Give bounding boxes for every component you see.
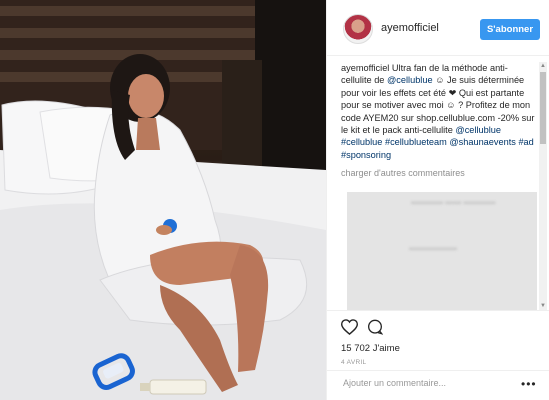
post-date: 4 AVRIL [341,359,367,366]
comments-section: ayemofficiel Ultra fan de la méthode ant… [341,62,537,310]
blurred-text: ▬▬▬▬▬▬ [409,243,457,252]
mention-link[interactable]: @shaunaevents [449,137,516,147]
header-username[interactable]: ayemofficiel [381,22,439,34]
mention-link[interactable]: @cellublue [455,125,501,135]
hashtag-link[interactable]: #sponsoring [341,150,391,160]
add-comment-bar: ••• [327,370,549,400]
mention-link[interactable]: @cellublue [387,75,433,85]
hashtag-link[interactable]: #ad [518,137,533,147]
scroll-down-arrow-icon[interactable]: ▼ [539,302,547,310]
post-photo-illustration [0,0,326,400]
load-more-comments-link[interactable]: charger d'autres commentaires [341,167,537,179]
scrollbar-thumb[interactable] [540,72,546,144]
post-actions: 15 702 J'aime 4 AVRIL [327,310,549,366]
post-caption: ayemofficiel Ultra fan de la méthode ant… [341,62,537,161]
comments-scrollbar[interactable]: ▲ ▼ [539,62,547,310]
hashtag-link[interactable]: #cellublue [341,137,382,147]
more-options-icon[interactable]: ••• [521,378,537,390]
heart-icon-graphic [340,319,359,336]
heart-icon[interactable] [340,319,359,340]
caption-username[interactable]: ayemofficiel [341,63,389,73]
post-header: ayemofficiel S'abonner [327,0,549,56]
comment-bubble-icon[interactable] [367,319,384,340]
blurred-text: ▬▬▬▬ ▬▬ ▬▬▬▬ [411,197,496,206]
profile-avatar[interactable] [343,14,373,44]
follow-button[interactable]: S'abonner [480,19,540,40]
post-photo[interactable] [0,0,326,400]
likes-count[interactable]: 15 702 J'aime [341,343,400,354]
post-side-panel: ayemofficiel S'abonner ayemofficiel Ultr… [326,0,549,400]
comment-bubble-graphic [368,319,384,335]
hashtag-link[interactable]: #cellublueteam [385,137,447,147]
scroll-up-arrow-icon[interactable]: ▲ [539,62,547,70]
add-comment-input[interactable] [341,377,515,389]
blurred-comments-area: ▬▬▬▬ ▬▬ ▬▬▬▬ ▬▬▬▬▬▬ [347,192,537,310]
